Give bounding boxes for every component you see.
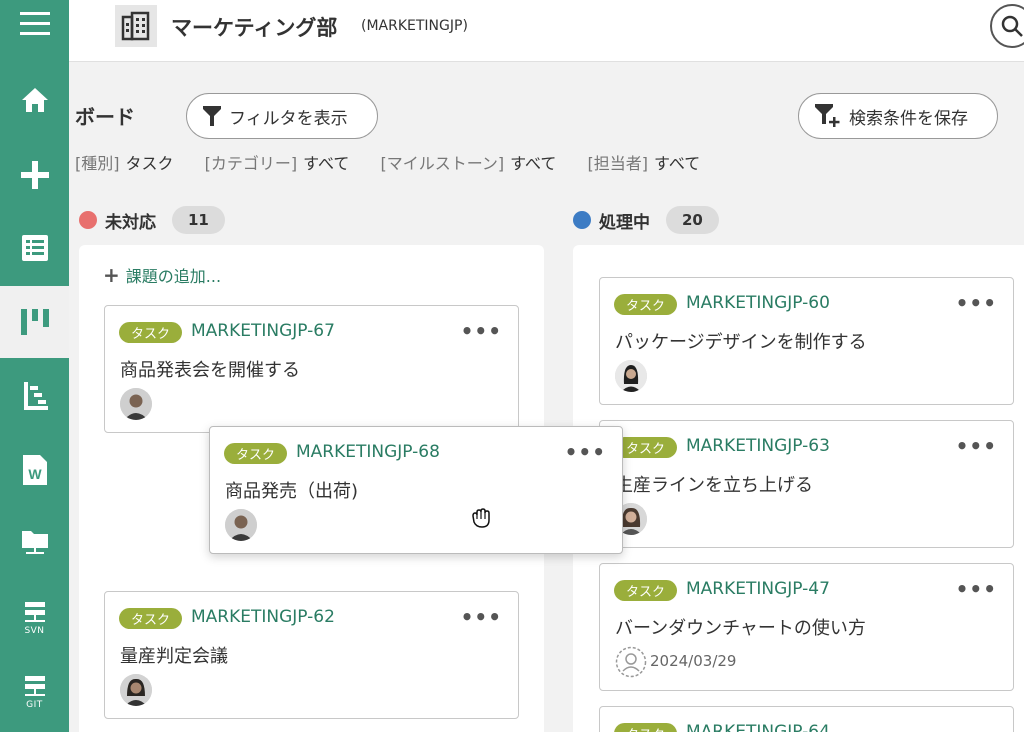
issue-summary: パッケージデザインを制作する <box>615 332 867 353</box>
sidebar-item-board[interactable] <box>0 286 69 358</box>
sidebar-item-git[interactable]: GIT <box>0 656 69 728</box>
issue-key[interactable]: MARKETINGJP-62 <box>191 607 335 627</box>
column-header-open: 未対応 11 <box>79 206 225 234</box>
column-count: 20 <box>666 206 719 234</box>
avatar <box>615 360 647 392</box>
filter-category[interactable]: [カテゴリー] すべて <box>205 150 350 174</box>
more-options-icon[interactable]: ••• <box>956 291 997 315</box>
issue-type-tag: タスク <box>614 294 678 315</box>
issue-type-tag: タスク <box>614 437 678 458</box>
more-options-icon[interactable]: ••• <box>956 577 997 601</box>
filter-add-icon <box>815 104 840 127</box>
issue-type-tag: タスク <box>119 608 183 629</box>
search-icon <box>1001 15 1023 37</box>
svn-icon <box>24 602 45 622</box>
sidebar-item-list[interactable] <box>0 212 69 284</box>
issue-card[interactable]: タスク MARKETINGJP-60 ••• パッケージデザインを制作する <box>599 277 1014 405</box>
menu-icon <box>19 12 50 35</box>
git-icon <box>24 676 45 696</box>
more-options-icon[interactable]: ••• <box>565 440 606 464</box>
issue-type-tag: タスク <box>614 580 678 601</box>
more-options-icon[interactable]: ••• <box>461 319 502 343</box>
issue-summary: 量産判定会議 <box>120 646 228 667</box>
plus-icon: + <box>103 263 120 287</box>
avatar <box>120 388 152 420</box>
issue-key[interactable]: MARKETINGJP-60 <box>686 293 830 313</box>
column-header-in-progress: 処理中 20 <box>573 206 719 234</box>
issue-card[interactable]: タスク MARKETINGJP-47 ••• バーンダウンチャートの使い方 20… <box>599 563 1014 691</box>
list-icon <box>21 235 48 261</box>
git-label: GIT <box>26 700 43 710</box>
more-options-icon[interactable]: ••• <box>461 605 502 629</box>
issue-summary: 商品発売（出荷) <box>225 481 359 502</box>
gantt-icon <box>23 382 48 410</box>
issue-key[interactable]: MARKETINGJP-68 <box>296 442 440 462</box>
column-title: 処理中 <box>599 212 650 233</box>
sidebar-item-home[interactable] <box>0 64 69 136</box>
issue-summary: バーンダウンチャートの使い方 <box>615 618 866 639</box>
due-date: 2024/03/29 <box>650 652 737 670</box>
issue-card[interactable]: タスク MARKETINGJP-64 <box>599 706 1014 732</box>
more-options-icon[interactable]: ••• <box>956 434 997 458</box>
issue-card[interactable]: タスク MARKETINGJP-62 ••• 量産判定会議 <box>104 591 519 719</box>
filter-icon <box>203 106 221 126</box>
issue-summary: 生産ラインを立ち上げる <box>615 475 813 496</box>
issue-key[interactable]: MARKETINGJP-64 <box>686 722 830 732</box>
menu-button[interactable] <box>0 0 69 60</box>
save-search-button[interactable]: 検索条件を保存 <box>798 93 998 139</box>
issue-type-tag: タスク <box>119 322 183 343</box>
status-dot <box>573 211 591 229</box>
add-issue-label: 課題の追加... <box>125 267 222 286</box>
search-button[interactable] <box>990 4 1024 48</box>
sidebar-item-svn[interactable]: SVN <box>0 582 69 654</box>
svn-label: SVN <box>24 626 45 636</box>
show-filter-label: フィルタを表示 <box>229 108 348 129</box>
board-title: ボード <box>75 105 135 129</box>
board-icon <box>20 309 49 335</box>
filter-milestone[interactable]: [マイルストーン] すべて <box>380 150 556 174</box>
dragging-issue-card[interactable]: タスク MARKETINGJP-68 ••• 商品発売（出荷) <box>209 426 623 554</box>
project-icon <box>115 5 157 47</box>
avatar <box>120 674 152 706</box>
issue-key[interactable]: MARKETINGJP-67 <box>191 321 335 341</box>
avatar <box>225 509 257 541</box>
add-icon <box>20 161 49 189</box>
sidebar: W SVN GIT <box>0 0 69 732</box>
unassigned-avatar-icon <box>615 646 647 678</box>
sidebar-item-add[interactable] <box>0 139 69 211</box>
issue-key[interactable]: MARKETINGJP-47 <box>686 579 830 599</box>
show-filter-button[interactable]: フィルタを表示 <box>186 93 378 139</box>
project-name[interactable]: マーケティング部 <box>171 12 337 42</box>
sidebar-item-gantt[interactable] <box>0 360 69 432</box>
project-key: (MARKETINGJP) <box>361 18 468 34</box>
issue-type-tag: タスク <box>614 723 678 732</box>
sidebar-item-file[interactable] <box>0 506 69 578</box>
filter-type[interactable]: [種別] タスク <box>75 150 174 174</box>
svg-text:W: W <box>28 466 42 482</box>
status-dot <box>79 211 97 229</box>
issue-card[interactable]: タスク MARKETINGJP-63 ••• 生産ラインを立ち上げる <box>599 420 1014 548</box>
filter-assignee[interactable]: [担当者] すべて <box>587 150 700 174</box>
column-title: 未対応 <box>105 212 156 233</box>
issue-card[interactable]: タスク MARKETINGJP-67 ••• 商品発表会を開催する <box>104 305 519 433</box>
wiki-icon: W <box>22 455 47 485</box>
save-search-label: 検索条件を保存 <box>849 108 968 129</box>
filter-summary: [種別] タスク [カテゴリー] すべて [マイルストーン] すべて [担当者] すべて <box>75 150 726 174</box>
home-icon <box>21 88 48 112</box>
grab-cursor-icon <box>468 505 494 535</box>
sidebar-item-wiki[interactable]: W <box>0 434 69 506</box>
folder-icon <box>21 531 48 554</box>
issue-key[interactable]: MARKETINGJP-63 <box>686 436 830 456</box>
column-count: 11 <box>172 206 225 234</box>
building-icon <box>121 11 150 41</box>
header: マーケティング部 (MARKETINGJP) <box>69 0 1024 62</box>
issue-type-tag: タスク <box>224 443 288 464</box>
add-issue-link[interactable]: + 課題の追加... <box>103 263 221 287</box>
issue-summary: 商品発表会を開催する <box>120 360 300 381</box>
